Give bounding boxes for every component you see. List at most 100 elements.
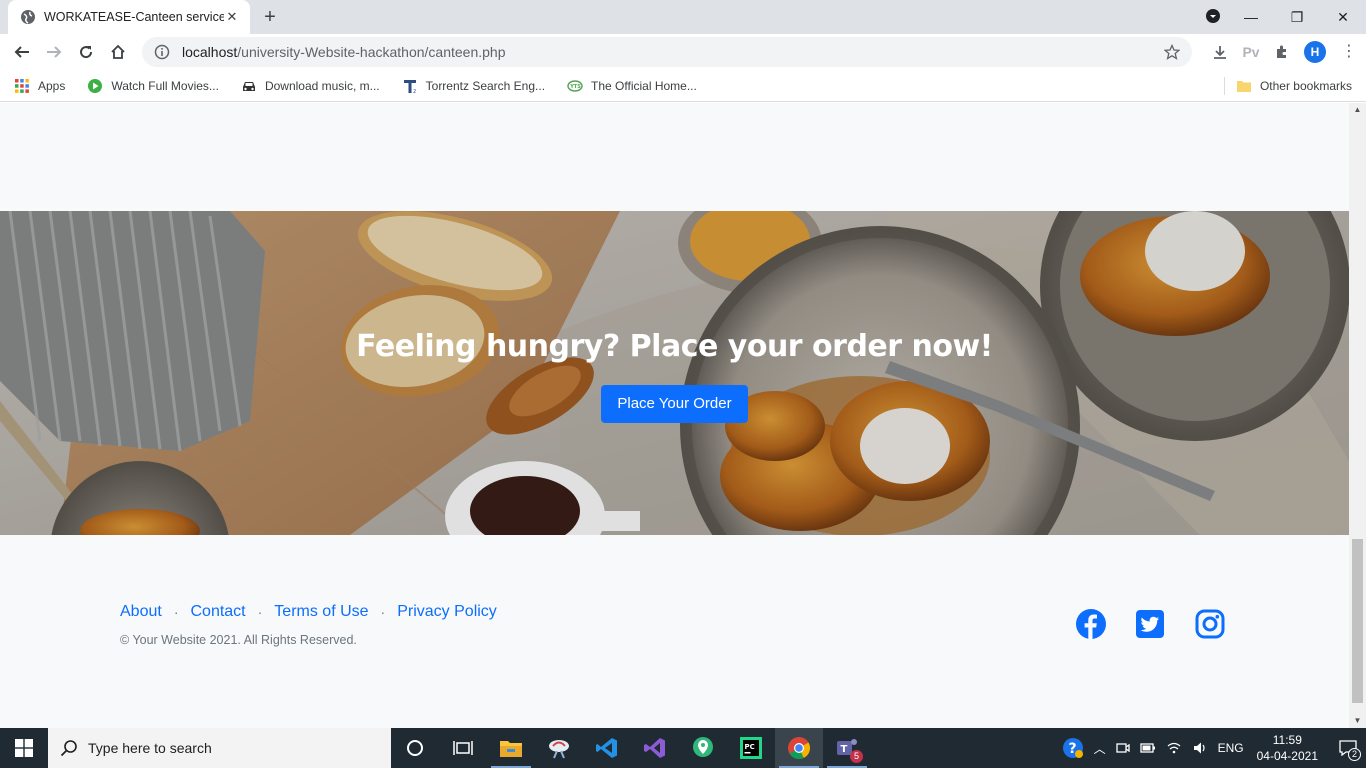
other-bookmarks[interactable]: Other bookmarks [1236, 70, 1352, 102]
bookmark-separator [1224, 77, 1225, 95]
scrollbar-thumb[interactable] [1352, 539, 1363, 703]
cortana-circle-icon [407, 740, 423, 756]
footer-link-contact[interactable]: Contact [190, 603, 245, 621]
reload-icon [80, 46, 93, 59]
footer-links: About · Contact · Terms of Use · Privacy… [120, 603, 497, 621]
svg-text:PC: PC [745, 743, 755, 751]
scroll-up-arrow-icon[interactable]: ▲ [1349, 103, 1366, 117]
new-tab-button[interactable]: + [258, 6, 282, 28]
other-bookmarks-label: Other bookmarks [1259, 79, 1352, 93]
bookmark-label: The Official Home... [591, 78, 697, 93]
url-path: /university-Website-hackathon/canteen.ph… [237, 44, 506, 60]
bookmarks-bar: Apps Watch Full Movies... Download music… [0, 70, 1366, 102]
minimize-button[interactable]: — [1228, 9, 1274, 25]
yts-icon: YTS [567, 79, 583, 92]
taskbar-snipping-app[interactable] [535, 728, 583, 768]
task-view-icon [453, 741, 473, 755]
search-icon [60, 740, 77, 757]
twitter-icon[interactable] [1134, 608, 1166, 640]
page-scrollbar[interactable]: ▲ ▼ [1349, 103, 1366, 728]
reload-button[interactable] [70, 36, 102, 68]
cortana-button[interactable] [391, 728, 439, 768]
address-bar[interactable]: localhost/university-Website-hackathon/c… [142, 37, 1192, 67]
profile-avatar[interactable]: H [1304, 41, 1326, 63]
instagram-icon[interactable] [1194, 608, 1226, 640]
torrentz-icon: 2 [403, 79, 416, 94]
back-button[interactable] [6, 36, 38, 68]
file-explorer-icon [500, 741, 522, 757]
browser-tab[interactable]: WORKATEASE-Canteen service ✕ [8, 0, 250, 34]
footer-separator: · [173, 604, 179, 620]
bookmark-label: Apps [38, 78, 66, 93]
wifi-icon[interactable] [1166, 741, 1182, 755]
download-icon[interactable] [1212, 44, 1228, 60]
svg-text:2: 2 [413, 89, 416, 94]
volume-icon[interactable] [1192, 741, 1208, 755]
tab-search-icon[interactable] [1198, 8, 1228, 26]
taskbar-chrome[interactable] [775, 728, 823, 768]
scroll-down-arrow-icon[interactable]: ▼ [1349, 714, 1366, 728]
svg-text:T: T [841, 744, 848, 755]
chrome-icon [788, 737, 810, 759]
footer-link-about[interactable]: About [120, 603, 162, 621]
close-window-button[interactable]: ✕ [1320, 9, 1366, 26]
meet-now-icon[interactable] [1115, 741, 1130, 755]
show-hidden-icons-chevron-icon[interactable]: ︿ [1094, 740, 1106, 757]
action-center-button[interactable]: 2 [1330, 728, 1366, 768]
food-background-image [0, 211, 1349, 535]
taskbar-clock[interactable]: 11:59 04-04-2021 [1257, 732, 1318, 764]
task-view-button[interactable] [439, 728, 487, 768]
close-tab-icon[interactable]: ✕ [224, 9, 240, 25]
snip-sketch-icon [549, 740, 569, 759]
clock-date: 04-04-2021 [1256, 749, 1318, 763]
battery-icon[interactable] [1139, 742, 1156, 754]
bookmark-star-icon[interactable] [1164, 44, 1180, 60]
svg-text:YTS: YTS [569, 84, 581, 90]
extensions-puzzle-icon[interactable] [1274, 44, 1290, 60]
footer-separator: · [380, 604, 386, 620]
info-icon[interactable] [154, 44, 170, 60]
visual-studio-icon [644, 738, 665, 758]
bookmark-apps[interactable]: Apps [14, 78, 65, 94]
taskbar-maps-app[interactable] [679, 728, 727, 768]
bookmark-torrentz[interactable]: 2 Torrentz Search Eng... [402, 78, 545, 94]
home-button[interactable] [102, 36, 134, 68]
forward-arrow-icon [47, 46, 62, 58]
taskbar-teams[interactable]: T 5 [823, 728, 871, 768]
order-hero-section: Feeling hungry? Place your order now! Pl… [0, 211, 1349, 535]
forward-button[interactable] [38, 36, 70, 68]
windows-taskbar: Type here to search PC T 5 ? ︿ ENG 11:59… [0, 728, 1366, 768]
taskbar-search[interactable]: Type here to search [48, 728, 391, 768]
clock-time: 11:59 [1272, 733, 1302, 747]
footer-link-privacy[interactable]: Privacy Policy [397, 603, 497, 621]
extension-pv-icon[interactable]: Pv [1242, 43, 1260, 61]
restore-button[interactable]: ❐ [1274, 9, 1320, 26]
windows-logo-icon [15, 739, 33, 757]
folder-icon [1236, 81, 1251, 92]
play-icon [88, 78, 103, 93]
tab-title: WORKATEASE-Canteen service [44, 10, 224, 24]
hero-heading: Feeling hungry? Place your order now! [356, 329, 993, 364]
globe-icon [21, 10, 35, 24]
bookmark-official-home[interactable]: YTS The Official Home... [567, 78, 697, 94]
bookmark-download-music[interactable]: Download music, m... [241, 78, 380, 94]
help-question-icon[interactable]: ? [1062, 737, 1084, 759]
taskbar-vscode[interactable] [583, 728, 631, 768]
taskbar-pycharm[interactable]: PC [727, 728, 775, 768]
bookmark-watch-movies[interactable]: Watch Full Movies... [87, 78, 219, 94]
taskbar-visual-studio[interactable] [631, 728, 679, 768]
teams-badge: 5 [850, 750, 863, 763]
pycharm-icon: PC [740, 737, 762, 759]
start-button[interactable] [0, 728, 48, 768]
language-indicator[interactable]: ENG [1218, 741, 1244, 755]
bookmark-label: Watch Full Movies... [111, 78, 219, 93]
facebook-icon[interactable] [1075, 608, 1107, 640]
taskbar-file-explorer[interactable] [487, 728, 535, 768]
car-icon [242, 81, 255, 91]
footer-link-terms[interactable]: Terms of Use [274, 603, 368, 621]
bookmark-label: Download music, m... [264, 78, 380, 93]
notification-count: 2 [1348, 748, 1361, 761]
menu-kebab-icon[interactable]: ⋮ [1340, 43, 1358, 61]
place-order-button[interactable]: Place Your Order [601, 385, 748, 423]
bookmark-label: Torrentz Search Eng... [425, 78, 546, 93]
